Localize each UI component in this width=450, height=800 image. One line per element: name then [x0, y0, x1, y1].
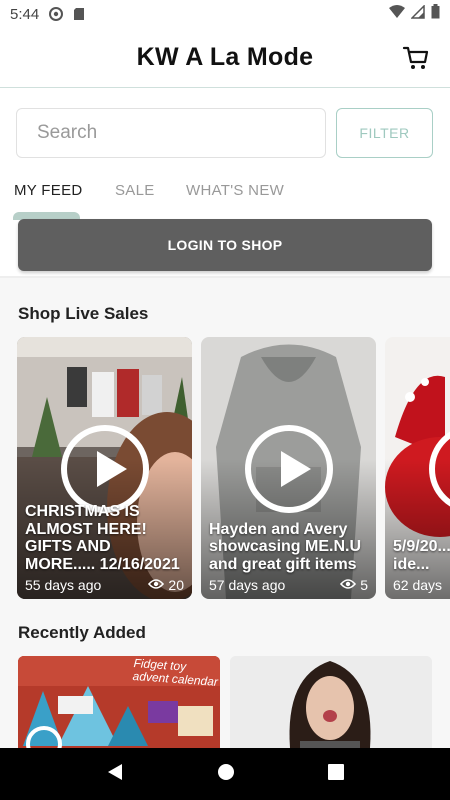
- play-icon[interactable]: [61, 425, 149, 513]
- live-sale-age: 62 days: [393, 577, 443, 593]
- tab-sale[interactable]: SALE: [115, 178, 155, 203]
- live-sale-age: 57 days ago: [209, 577, 286, 593]
- live-sales-carousel[interactable]: CHRISTMAS IS ALMOST HERE! GIFTS AND MORE…: [17, 337, 450, 599]
- live-sale-age: 55 days ago: [25, 577, 102, 593]
- login-to-shop-button[interactable]: LOGIN TO SHOP: [18, 219, 432, 271]
- live-sale-title: Hayden and Avery showcasing ME.N.U and g…: [209, 520, 362, 573]
- live-sale-title: CHRISTMAS IS ALMOST HERE! GIFTS AND MORE…: [25, 503, 180, 573]
- search-input[interactable]: Search: [16, 108, 326, 158]
- tab-whats-new[interactable]: WHAT'S NEW: [186, 178, 284, 203]
- live-sale-card[interactable]: Hayden and Avery showcasing ME.N.U and g…: [201, 337, 376, 599]
- view-count: 5: [360, 577, 368, 593]
- tab-my-feed[interactable]: MY FEED: [14, 178, 83, 203]
- search-row: Search FILTER: [16, 108, 434, 160]
- system-nav-bar: [0, 748, 450, 800]
- app-title: KW A La Mode: [136, 43, 314, 71]
- search-placeholder: Search: [37, 122, 98, 143]
- live-sale-title: 5/9/20... NEW IT... gift ide...: [393, 538, 450, 573]
- cart-icon[interactable]: [402, 44, 430, 72]
- wifi-icon: [389, 4, 405, 24]
- login-label: LOGIN TO SHOP: [167, 237, 283, 253]
- filter-label: FILTER: [359, 125, 410, 141]
- back-icon[interactable]: [106, 763, 124, 786]
- app-bar: KW A La Mode: [0, 28, 450, 88]
- live-sale-card[interactable]: 5/9/20... NEW IT... gift ide... 62 days: [385, 337, 450, 599]
- at-sign-icon: [49, 7, 64, 21]
- view-count: 20: [168, 577, 184, 593]
- recents-icon[interactable]: [327, 763, 344, 785]
- recent-item-card[interactable]: Fidget toy advent calendar: [18, 656, 220, 748]
- sd-card-icon: [73, 7, 85, 21]
- eye-icon: [340, 577, 357, 593]
- signal-icon: [410, 3, 425, 24]
- battery-icon: [431, 4, 440, 24]
- eye-icon: [148, 577, 165, 593]
- section-title-recently-added: Recently Added: [18, 623, 146, 642]
- play-icon[interactable]: [245, 425, 333, 513]
- status-time: 5:44: [10, 5, 40, 23]
- status-bar: 5:44: [0, 0, 450, 28]
- section-title-live-sales: Shop Live Sales: [18, 304, 149, 323]
- home-icon[interactable]: [217, 763, 235, 786]
- recent-item-card[interactable]: [230, 656, 432, 748]
- live-sale-card[interactable]: CHRISTMAS IS ALMOST HERE! GIFTS AND MORE…: [17, 337, 192, 599]
- filter-button[interactable]: FILTER: [336, 108, 433, 158]
- recent-item-image: [230, 656, 432, 748]
